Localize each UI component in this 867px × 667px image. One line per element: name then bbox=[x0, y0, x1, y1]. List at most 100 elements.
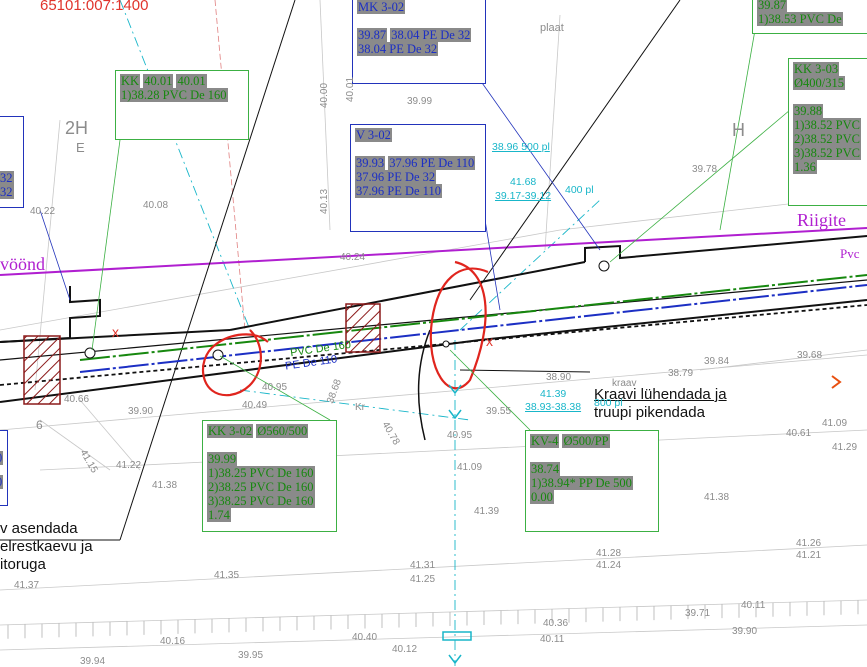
elevation-label: 39.55 bbox=[486, 406, 512, 417]
elevation-label: 40.36 bbox=[543, 618, 569, 629]
callout-line: 32 bbox=[0, 185, 14, 199]
callout-line: 39.93 bbox=[355, 156, 386, 170]
elevation-label: 41.22 bbox=[116, 460, 142, 471]
callout-title: KV-4 bbox=[530, 434, 560, 448]
callout-title: KK 3-02 bbox=[207, 424, 254, 438]
elevation-label: 39.68 bbox=[797, 350, 823, 361]
elevation-label: 41.37 bbox=[14, 580, 40, 591]
callout-mk-3-02: MK 3-02 39.87 38.04 PE De 32 38.04 PE De… bbox=[352, 0, 486, 84]
callout-line: 38.04 PE De 32 bbox=[390, 28, 472, 42]
label-kr: Kr bbox=[355, 402, 365, 413]
label-plaat: plaat bbox=[540, 22, 564, 34]
callout-line: 40.01 bbox=[176, 74, 207, 88]
elevation-label: 40.24 bbox=[340, 252, 366, 263]
callout-title: MK 3-02 bbox=[357, 0, 406, 14]
elevation-label: 41.09 bbox=[457, 462, 483, 473]
cyan-label: 400 pl bbox=[565, 184, 594, 196]
elevation-label: 39.95 bbox=[238, 650, 264, 661]
elevation-label: 40.08 bbox=[143, 200, 169, 211]
elevation-label: 40.22 bbox=[30, 206, 56, 217]
callout-v-3-02: V 3-02 39.93 37.96 PE De 110 37.96 PE De… bbox=[350, 124, 486, 232]
callout-title: V 3-02 bbox=[355, 128, 392, 142]
elevation-label: 40.95 bbox=[262, 382, 288, 393]
note-line: v asendada bbox=[0, 520, 78, 537]
callout-left-edge: 32 32 bbox=[0, 116, 24, 208]
callout-line: 32 bbox=[0, 171, 14, 185]
elevation-label: 40.01 bbox=[345, 76, 357, 103]
callout-kv-4: KV-4 Ø500/PP 38.74 1)38.94* PP De 500 0.… bbox=[525, 430, 659, 532]
callout-line: 0.00 bbox=[530, 490, 554, 504]
callout-line: 40.01 bbox=[143, 74, 174, 88]
cyan-label: 800 pl bbox=[594, 397, 623, 409]
elevation-label: 41.38 bbox=[704, 492, 730, 503]
elevation-label: 39.90 bbox=[128, 406, 154, 417]
callout-line: 2)38.25 PVC De 160 bbox=[207, 480, 315, 494]
elevation-label: 38.79 bbox=[668, 368, 694, 379]
callout-line: 1)38.53 PVC De bbox=[757, 12, 843, 26]
callout-line: 37.96 PE De 110 bbox=[388, 156, 476, 170]
cyan-label: 38.96 500 pl bbox=[492, 141, 550, 153]
elevation-label: 40.66 bbox=[64, 394, 90, 405]
callout-line: 37.96 PE De 110 bbox=[355, 184, 442, 198]
note-line: elrestkaevu ja bbox=[0, 538, 93, 555]
callout-line: 1.74 bbox=[207, 508, 231, 522]
elevation-label: 41.26 bbox=[796, 538, 822, 549]
callout-subtitle: Ø400/315 bbox=[793, 76, 845, 90]
callout-subtitle: Ø560/500 bbox=[256, 424, 309, 438]
elevation-label: 40.11 bbox=[741, 600, 766, 611]
callout-left-bottom: 0 0 bbox=[0, 430, 8, 506]
elevation-label: 39.84 bbox=[704, 356, 730, 367]
callout-top-right: 39.87 1)38.53 PVC De bbox=[752, 0, 867, 34]
callout-line: 37.96 PE De 32 bbox=[355, 170, 437, 184]
fence-ticks bbox=[7, 600, 859, 639]
elevation-label: 40.11 bbox=[540, 634, 565, 645]
elevation-label: 39.71 bbox=[685, 608, 711, 619]
callout-line: 38.04 PE De 32 bbox=[357, 42, 439, 56]
road-label-right: Riigite bbox=[797, 210, 846, 230]
elevation-label: 39.99 bbox=[407, 96, 433, 107]
elevation-label: 40.13 bbox=[319, 188, 331, 215]
elevation-label: 40.40 bbox=[352, 632, 378, 643]
callout-line: 39.87 bbox=[757, 0, 788, 12]
note-line: itoruga bbox=[0, 556, 46, 573]
orange-arrow bbox=[831, 375, 842, 389]
elevation-label: 40.61 bbox=[786, 428, 812, 439]
label-2h-left: 2H bbox=[65, 118, 89, 138]
callout-kk-3-02: KK 3-02 Ø560/500 39.99 1)38.25 PVC De 16… bbox=[202, 420, 337, 532]
road-edge-line bbox=[0, 227, 867, 276]
callout-line: 39.88 bbox=[793, 104, 824, 118]
label-6-left: 6 bbox=[36, 418, 43, 432]
callout-line: 39.87 bbox=[357, 28, 388, 42]
cyan-label: 41.39 bbox=[540, 388, 567, 400]
road-label-pvc: Pvc bbox=[840, 246, 860, 261]
elevation-label: 41.39 bbox=[474, 506, 500, 517]
elevation-label: 41.09 bbox=[822, 418, 848, 429]
callout-line: 39.99 bbox=[207, 452, 238, 466]
elevation-label: 41.38 bbox=[152, 480, 178, 491]
callout-line: 1)38.94* PP De 500 bbox=[530, 476, 633, 490]
elevation-label: 39.90 bbox=[732, 626, 758, 637]
elevation-label: 39.78 bbox=[692, 164, 718, 175]
callout-kk-3-03: KK 3-03 Ø400/315 39.88 1)38.52 PVC 2)38.… bbox=[788, 58, 867, 206]
elevation-label: 41.35 bbox=[214, 570, 240, 581]
elevation-label: 40.12 bbox=[392, 644, 418, 655]
cyan-label: 39.17-39.12 bbox=[495, 190, 552, 202]
callout-kk: KK 40.01 40.01 1)38.28 PVC De 160 bbox=[115, 70, 249, 140]
note-left: v asendada elrestkaevu ja itoruga bbox=[0, 520, 93, 574]
elevation-label: 41.31 bbox=[410, 560, 436, 571]
elevation-label: 41.28 bbox=[596, 548, 622, 559]
callout-line: 1)38.52 PVC bbox=[793, 118, 861, 132]
elevation-label: 39.94 bbox=[80, 656, 106, 667]
callout-line: 1.36 bbox=[793, 160, 817, 174]
elevation-label: 40.49 bbox=[242, 400, 268, 411]
cyan-label: 38.93-38.38 bbox=[525, 401, 582, 413]
label-e-left: E bbox=[76, 140, 85, 155]
road-label-left: vöönd bbox=[0, 254, 45, 274]
callout-line: 1)38.28 PVC De 160 bbox=[120, 88, 228, 102]
callout-line: 1)38.25 PVC De 160 bbox=[207, 466, 315, 480]
green-sewer-pipe bbox=[79, 274, 867, 361]
red-cross-mark: x bbox=[486, 333, 493, 349]
elevation-label: 40.16 bbox=[160, 636, 186, 647]
elevation-label: 41.21 bbox=[796, 550, 822, 561]
elevation-label: 41.24 bbox=[596, 560, 622, 571]
